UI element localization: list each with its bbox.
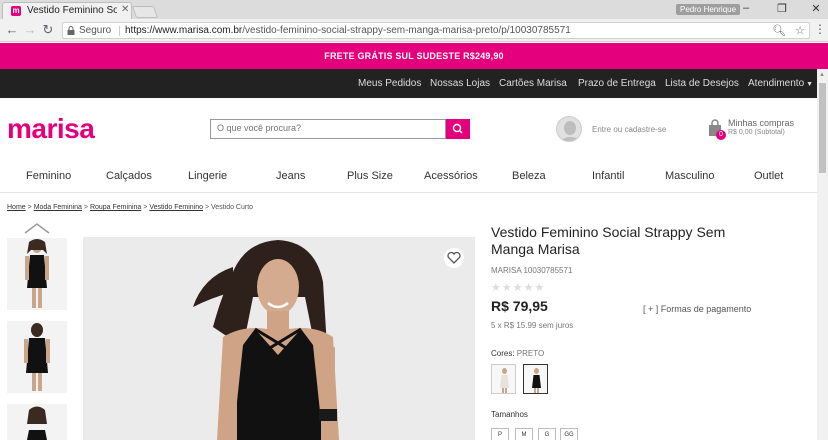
installments-text: 5 x R$ 15.99 sem juros (491, 321, 574, 330)
category-beleza[interactable]: Beleza (512, 170, 546, 182)
address-bar: ← → ↻ Seguro https://www.marisa.com.br/v… (0, 19, 828, 42)
url-host: https://www.marisa.com.br (125, 25, 243, 36)
browser-tab[interactable]: m Vestido Feminino Social S ✕ (2, 2, 132, 19)
black-dress-swatch (524, 365, 547, 393)
category-outlet[interactable]: Outlet (754, 170, 783, 182)
payment-options-link[interactable]: [ + ] Formas de pagamento (643, 304, 751, 314)
omnibox-icons: 🔍︎ ☆ (772, 24, 805, 37)
browser-menu-icon[interactable]: ⋮ (814, 22, 826, 36)
product-thumbnail-detail[interactable] (7, 404, 67, 440)
cart-count-badge: 0 (716, 130, 726, 140)
url-text: https://www.marisa.com.br/vestido-femini… (125, 25, 571, 36)
breadcrumb-home[interactable]: Home (7, 204, 26, 211)
product-thumbnail-front[interactable] (7, 238, 67, 310)
cart-title[interactable]: Minhas compras (728, 118, 794, 128)
tab-title: Vestido Feminino Social S (27, 5, 117, 16)
breadcrumb-separator: > (27, 204, 32, 211)
scroll-thumb[interactable] (819, 83, 826, 173)
promo-banner[interactable]: FRETE GRÁTIS SUL SUDESTE R$249,90 (0, 43, 828, 69)
selected-color: PRETO (516, 349, 545, 358)
breadcrumb: Home > Moda Feminina > Roupa Feminina > … (7, 204, 253, 211)
breadcrumb-vestido-feminino[interactable]: Vestido Feminino (149, 204, 203, 211)
color-swatch-white[interactable] (491, 364, 516, 394)
category-calcados[interactable]: Calçados (106, 170, 152, 182)
breadcrumb-moda-feminina[interactable]: Moda Feminina (34, 204, 82, 211)
size-option-g[interactable]: G (538, 428, 556, 440)
zoom-icon[interactable]: 🔍︎ (772, 25, 786, 37)
search-button[interactable] (446, 119, 470, 139)
dress-back-thumbnail (7, 321, 67, 393)
category-acessorios[interactable]: Acessórios (424, 170, 478, 182)
chevron-up-icon[interactable] (24, 222, 50, 234)
dress-front-thumbnail (7, 238, 67, 310)
cart-subtotal: R$ 0,00 (Subtotal) (728, 129, 785, 136)
user-silhouette-icon (560, 121, 580, 141)
new-tab-button[interactable] (131, 6, 159, 18)
maximize-icon[interactable]: ❐ (772, 2, 792, 15)
tab-close-icon[interactable]: ✕ (121, 4, 129, 15)
heart-icon (447, 251, 461, 264)
scroll-up-icon[interactable]: ▲ (819, 72, 825, 78)
model-photo (83, 237, 475, 440)
marisa-logo[interactable]: marisa (7, 113, 95, 145)
search-box (210, 119, 446, 139)
breadcrumb-separator: > (83, 204, 88, 211)
category-infantil[interactable]: Infantil (592, 170, 624, 182)
browser-titlebar: m Vestido Feminino Social S ✕ Pedro Henr… (0, 0, 828, 19)
bookmark-star-icon[interactable]: ☆ (795, 25, 805, 37)
category-lingerie[interactable]: Lingerie (188, 170, 227, 182)
breadcrumb-roupa-feminina[interactable]: Roupa Feminina (90, 204, 141, 211)
secure-label: Seguro (79, 25, 112, 36)
top-nav-atendimento[interactable]: Atendimento ▼ (748, 78, 813, 89)
top-nav-nossas-lojas[interactable]: Nossas Lojas (430, 78, 490, 89)
search-icon (452, 123, 463, 134)
breadcrumb-current: Vestido Curto (211, 204, 254, 211)
page-scrollbar[interactable]: ▲ (817, 69, 828, 440)
breadcrumb-separator: > (204, 204, 210, 211)
rating-stars[interactable]: ★★★★★ (491, 281, 545, 294)
url-input[interactable]: Seguro https://www.marisa.com.br/vestido… (62, 22, 810, 39)
top-nav: Meus Pedidos Nossas Lojas Cartões Marisa… (0, 69, 828, 98)
colors-label-text: Cores: (491, 349, 515, 358)
profile-button[interactable]: Pedro Henrique (676, 4, 741, 15)
category-plus-size[interactable]: Plus Size (347, 170, 393, 182)
back-icon[interactable]: ← (4, 22, 20, 37)
size-option-gg[interactable]: GG (560, 428, 578, 440)
top-nav-prazo-entrega[interactable]: Prazo de Entrega (578, 78, 656, 89)
breadcrumb-separator: > (143, 204, 148, 211)
product-sku: MARISA 10030785571 (491, 266, 573, 275)
product-price: R$ 79,95 (491, 298, 548, 314)
colors-label: Cores: PRETO (491, 349, 544, 358)
product-title: Vestido Feminino Social Strappy Sem Mang… (491, 224, 726, 257)
reload-icon[interactable]: ↻ (40, 22, 56, 38)
login-link[interactable]: Entre ou cadastre-se (592, 125, 666, 134)
top-nav-meus-pedidos[interactable]: Meus Pedidos (358, 78, 421, 89)
category-masculino[interactable]: Masculino (665, 170, 715, 182)
favicon-icon: m (11, 6, 21, 16)
dress-detail-thumbnail (7, 404, 67, 440)
omnibox-divider (119, 26, 120, 36)
top-nav-atendimento-label: Atendimento (748, 78, 805, 89)
color-swatch-black[interactable] (523, 364, 548, 394)
minimize-icon[interactable]: – (736, 2, 756, 14)
lock-icon (67, 26, 75, 35)
white-dress-swatch (492, 365, 515, 393)
wishlist-button[interactable] (444, 248, 464, 268)
close-window-icon[interactable]: ✕ (806, 2, 826, 15)
top-nav-cartoes-marisa[interactable]: Cartões Marisa (499, 78, 567, 89)
product-thumbnail-back[interactable] (7, 321, 67, 393)
search-input[interactable] (217, 123, 437, 133)
size-option-m[interactable]: M (515, 428, 533, 440)
product-main-image[interactable] (83, 237, 475, 440)
category-divider (0, 192, 817, 193)
category-jeans[interactable]: Jeans (276, 170, 305, 182)
sizes-label: Tamanhos (491, 410, 528, 419)
category-feminino[interactable]: Feminino (26, 170, 71, 182)
url-path: /vestido-feminino-social-strappy-sem-man… (242, 25, 571, 36)
size-option-p[interactable]: P (491, 428, 509, 440)
forward-icon[interactable]: → (22, 22, 38, 37)
top-nav-lista-desejos[interactable]: Lista de Desejos (665, 78, 739, 89)
user-avatar[interactable] (556, 116, 582, 142)
chevron-down-icon: ▼ (806, 81, 814, 88)
